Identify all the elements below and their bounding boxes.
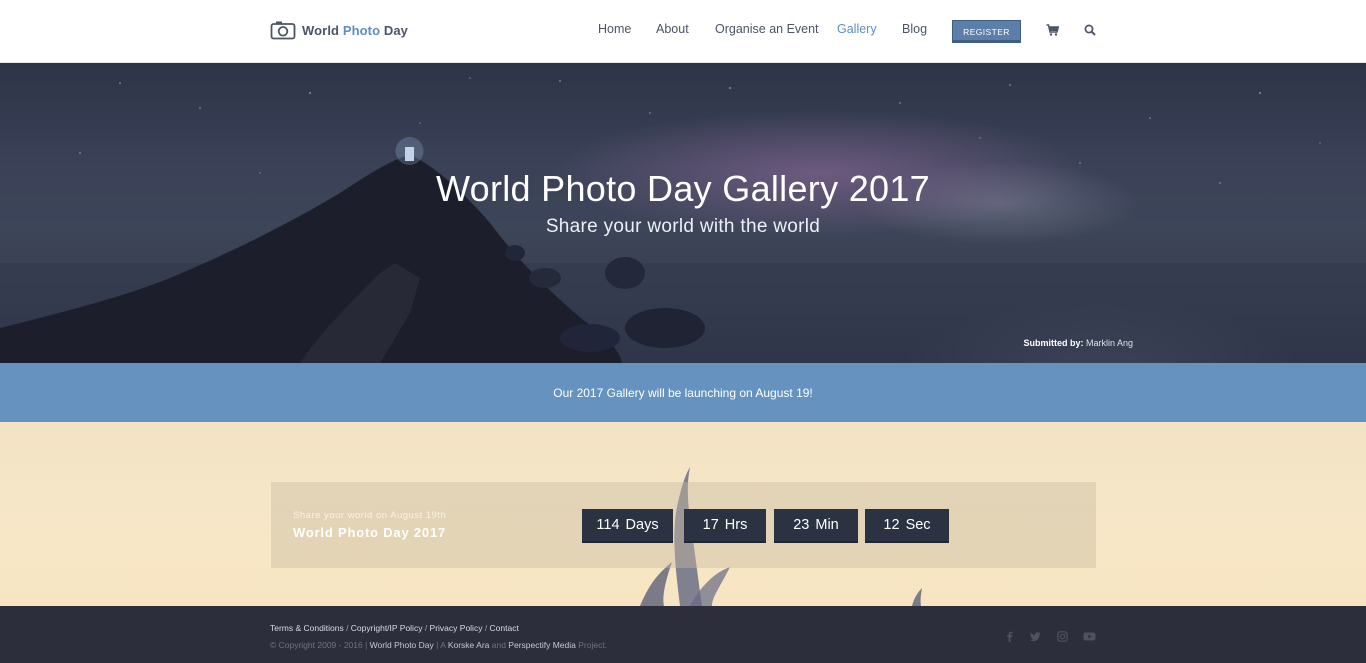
footer-link-contact[interactable]: Contact [490, 623, 519, 633]
footer-links: Terms & Conditions / Copyright/IP Policy… [270, 623, 519, 633]
footer-link-privacy[interactable]: Privacy Policy [430, 623, 483, 633]
hero-banner: World Photo Day Gallery 2017 Share your … [0, 63, 1366, 363]
footer-link-copyright[interactable]: Copyright/IP Policy [351, 623, 423, 633]
countdown-title: World Photo Day 2017 [293, 525, 447, 540]
site-footer: Terms & Conditions / Copyright/IP Policy… [0, 606, 1366, 663]
site-header: World Photo Day Home About Organise an E… [0, 0, 1366, 63]
countdown-seconds: 12 Sec [865, 509, 949, 543]
nav-about[interactable]: About [656, 22, 689, 36]
search-icon[interactable] [1084, 24, 1096, 36]
nav-home[interactable]: Home [598, 22, 631, 36]
youtube-icon[interactable] [1083, 631, 1096, 642]
twitter-icon[interactable] [1030, 631, 1041, 642]
photo-credit: Submitted by: Marklin Ang [1023, 338, 1133, 348]
footer-link-site[interactable]: World Photo Day [370, 640, 434, 650]
footer-link-terms[interactable]: Terms & Conditions [270, 623, 344, 633]
footer-link-korske-ara[interactable]: Korske Ara [448, 640, 490, 650]
countdown-minutes: 23 Min [774, 509, 858, 543]
countdown-panel: Share your world on August 19th World Ph… [271, 482, 1096, 568]
countdown-hours: 17 Hrs [684, 509, 766, 543]
nav-blog[interactable]: Blog [902, 22, 927, 36]
countdown-days: 114 Days [582, 509, 673, 543]
camera-icon [270, 21, 296, 40]
facebook-icon[interactable] [1004, 631, 1015, 642]
launch-notice-bar: Our 2017 Gallery will be launching on Au… [0, 363, 1366, 422]
cart-icon[interactable] [1046, 24, 1059, 36]
launch-notice-text: Our 2017 Gallery will be launching on Au… [553, 385, 813, 400]
hero-background-image [0, 77, 1366, 363]
nav-gallery[interactable]: Gallery [837, 22, 877, 36]
instagram-icon[interactable] [1057, 631, 1068, 642]
footer-copyright: © Copyright 2009 - 2016 | World Photo Da… [270, 640, 608, 650]
countdown-section: Share your world on August 19th World Ph… [0, 422, 1366, 606]
hero-subtitle: Share your world with the world [545, 216, 821, 237]
footer-link-perspectify[interactable]: Perspectify Media [508, 640, 576, 650]
hero-title: World Photo Day Gallery 2017 [436, 168, 930, 209]
nav-organise-event[interactable]: Organise an Event [715, 22, 819, 36]
logo-text: World Photo Day [302, 22, 409, 38]
site-logo[interactable]: World Photo Day [270, 18, 408, 42]
countdown-kicker: Share your world on August 19th [293, 510, 447, 521]
register-button[interactable]: REGISTER [952, 20, 1021, 43]
